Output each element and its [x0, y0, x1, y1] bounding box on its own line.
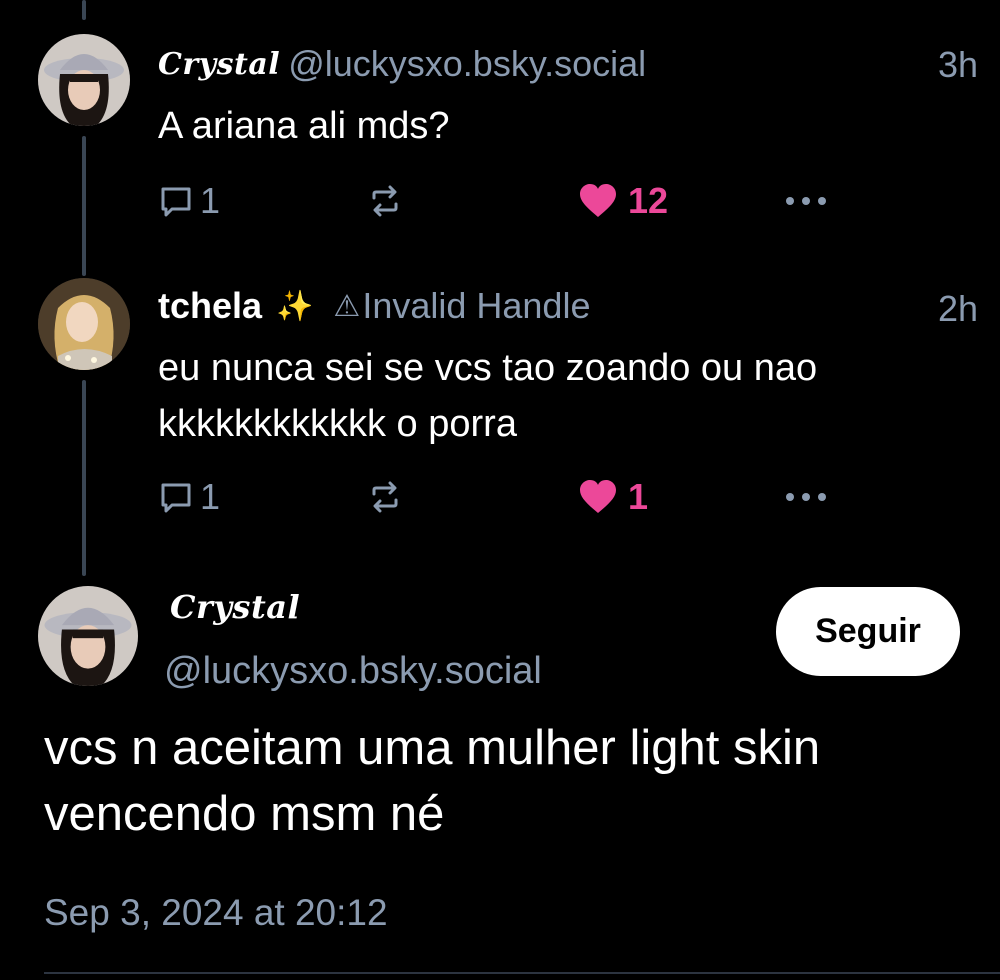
handle[interactable]: @luckysxo.bsky.social — [164, 650, 542, 693]
like-count: 1 — [628, 476, 649, 517]
avatar[interactable] — [38, 278, 130, 370]
repost-button[interactable] — [368, 472, 402, 522]
post-text: A ariana ali mds? — [158, 98, 450, 154]
post-text-line: eu nunca sei se vcs tao zoando ou nao — [158, 347, 818, 389]
heart-icon — [580, 480, 616, 513]
like-count: 12 — [628, 180, 669, 221]
reply-button[interactable]: 1 — [158, 472, 220, 522]
repost-arrows-icon — [372, 185, 398, 217]
handle[interactable]: Invalid Handle — [362, 285, 590, 327]
avatar-image — [38, 278, 130, 370]
post-actions: 1 1 — [158, 472, 858, 522]
post-text-line: kkkkkkkkkkkk o porra — [158, 403, 517, 445]
post-header: tchela ✨ ⚠ Invalid Handle — [158, 278, 590, 334]
reply-count: 1 — [200, 180, 221, 221]
post-actions: 1 12 — [158, 176, 858, 226]
follow-button[interactable]: Seguir — [776, 587, 960, 676]
divider — [44, 972, 1000, 974]
reply-count: 1 — [200, 476, 221, 517]
post-text-line: A ariana ali mds? — [158, 105, 450, 147]
more-dots-icon — [786, 493, 826, 501]
thread-line-1 — [82, 136, 86, 276]
display-name[interactable]: Crystal — [170, 588, 300, 626]
avatar-image — [38, 586, 138, 686]
handle[interactable]: @luckysxo.bsky.social — [288, 43, 646, 85]
avatar-image — [38, 34, 130, 126]
like-button[interactable]: 12 — [578, 176, 668, 226]
more-button[interactable] — [784, 176, 828, 226]
more-button[interactable] — [784, 472, 828, 522]
post-text: vcs n aceitam uma mulher light skin venc… — [44, 715, 820, 847]
thread-line-2 — [82, 380, 86, 576]
warning-triangle-icon: ⚠ — [333, 289, 361, 323]
heart-icon — [580, 184, 616, 217]
display-name[interactable]: Crystal — [158, 47, 280, 82]
post-date: Sep 3, 2024 at 20:12 — [44, 892, 388, 933]
repost-arrows-icon — [372, 481, 398, 513]
repost-button[interactable] — [368, 176, 402, 226]
post-text-line: vcs n aceitam uma mulher light skin — [44, 721, 821, 775]
speech-bubble-icon — [161, 483, 191, 513]
post-header: Crystal @luckysxo.bsky.social — [158, 36, 646, 92]
thread-line-top — [82, 0, 86, 20]
more-dots-icon — [786, 197, 826, 205]
like-button[interactable]: 1 — [578, 472, 648, 522]
timestamp: 3h — [937, 44, 978, 85]
speech-bubble-icon — [161, 187, 191, 217]
reply-button[interactable]: 1 — [158, 176, 220, 226]
avatar[interactable] — [38, 586, 138, 686]
post-text: eu nunca sei se vcs tao zoando ou nao kk… — [158, 340, 817, 452]
display-name[interactable]: tchela — [158, 285, 262, 327]
avatar[interactable] — [38, 34, 130, 126]
timestamp: 2h — [937, 288, 978, 329]
sparkles-icon: ✨ — [276, 289, 314, 323]
post-text-line: vencendo msm né — [44, 787, 445, 841]
